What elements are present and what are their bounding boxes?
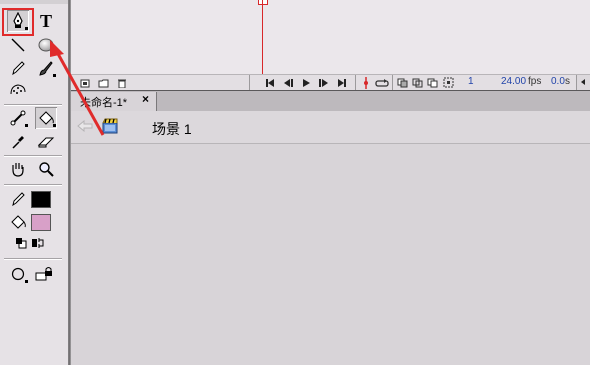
annotation-arrow — [50, 40, 105, 136]
